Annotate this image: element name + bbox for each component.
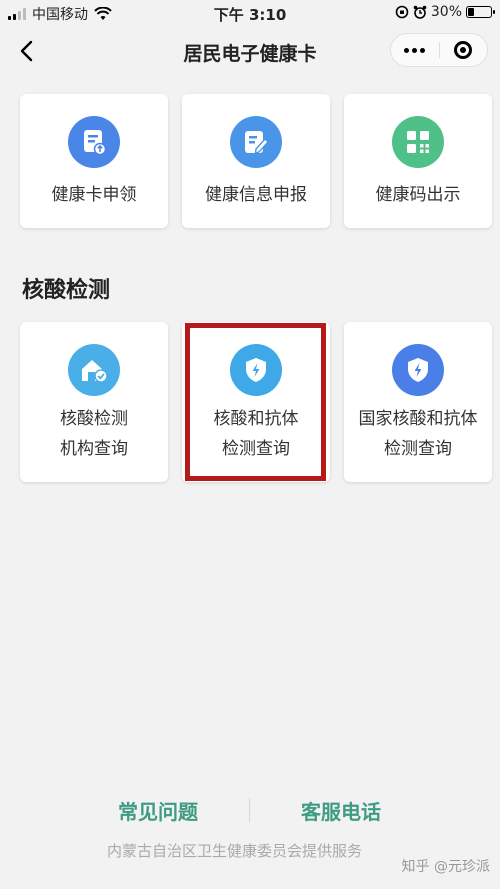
card-label-line1: 核酸检测 [60,409,128,429]
mini-program-capsule [390,33,488,67]
card-label-line2: 检测查询 [384,439,452,459]
card-label-line1: 国家核酸和抗体 [358,409,478,429]
more-dots-icon [404,47,426,53]
edit-report-icon [230,116,282,168]
footer-links: 常见问题 客服电话 [0,796,500,826]
health-card-apply-button[interactable]: 健康卡申领 [20,94,168,228]
shield-bolt-icon [392,344,444,396]
card-label-line2: 机构查询 [60,439,128,459]
status-bar: 中国移动 下午 3:10 30% [0,0,500,26]
health-info-report-button[interactable]: 健康信息申报 [182,94,330,228]
more-button[interactable] [391,34,439,66]
health-card-apply-icon [68,116,120,168]
battery-icon [466,6,495,18]
antibody-test-query-button[interactable]: 核酸和抗体 检测查询 [182,322,330,482]
shield-bolt-icon [230,344,282,396]
card-label: 健康卡申领 [51,185,137,205]
provider-note: 内蒙古自治区卫生健康委员会提供服务 [107,842,363,860]
alarm-icon [413,5,427,19]
footer-divider [249,798,250,822]
mini-program-close-icon [454,41,473,59]
card-label-line1: 核酸和抗体 [213,409,299,429]
test-institution-query-button[interactable]: 核酸检测 机构查询 [20,322,168,482]
national-antibody-test-query-button[interactable]: 国家核酸和抗体 检测查询 [344,322,492,482]
qr-code-icon [392,116,444,168]
card-label-line2: 检测查询 [222,439,290,459]
card-label: 健康信息申报 [205,185,307,205]
faq-link[interactable]: 常见问题 [118,796,198,825]
health-code-show-button[interactable]: 健康码出示 [344,94,492,228]
card-label: 健康码出示 [375,185,461,205]
section-title: 核酸检测 [22,278,111,303]
house-check-icon [68,344,120,396]
status-right: 30% [395,4,495,20]
battery-percent: 30% [430,4,462,20]
close-button[interactable] [440,34,488,66]
orientation-lock-icon [395,5,409,19]
customer-service-link[interactable]: 客服电话 [301,796,381,825]
watermark: 知乎 @元珍派 [401,859,490,875]
nav-bar: 居民电子健康卡 [0,26,500,76]
